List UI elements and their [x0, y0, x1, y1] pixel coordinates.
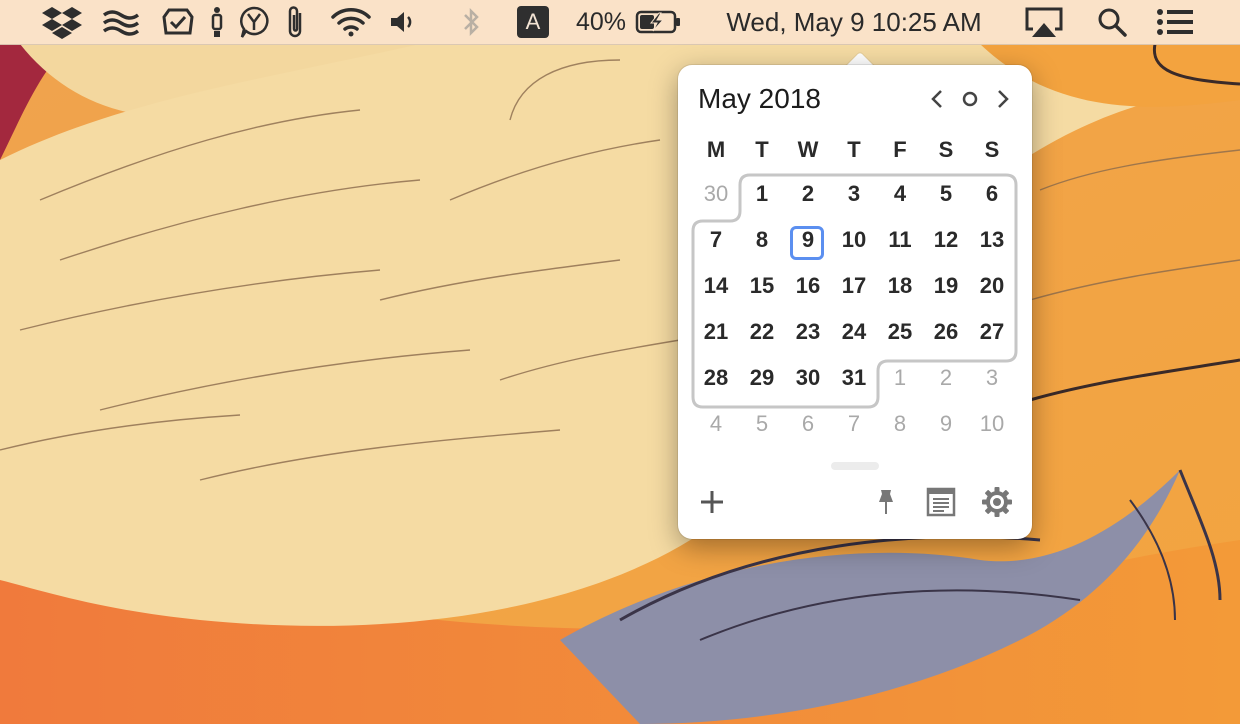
wifi-icon[interactable]	[328, 0, 374, 44]
pin-icon	[879, 490, 893, 514]
calendar-day[interactable]: 9	[785, 225, 831, 255]
calendar-day[interactable]: 29	[739, 363, 785, 393]
calendar-day[interactable]: 17	[831, 271, 877, 301]
calendar-day-other-month[interactable]: 30	[693, 179, 739, 209]
input-source-indicator[interactable]: A	[516, 0, 550, 44]
calendar-day[interactable]: 10	[831, 225, 877, 255]
calendar-day[interactable]: 22	[739, 317, 785, 347]
agenda-button[interactable]	[924, 485, 958, 519]
resize-handle[interactable]	[831, 462, 879, 470]
calendar-day-other-month[interactable]: 8	[877, 409, 923, 439]
weekday-header: S	[938, 137, 954, 162]
calendar-day-other-month[interactable]: 2	[923, 363, 969, 393]
calendar-day-other-month[interactable]: 5	[739, 409, 785, 439]
weekday-header: M	[706, 137, 726, 162]
calendar-day[interactable]: 12	[923, 225, 969, 255]
calendar-day[interactable]: 4	[877, 179, 923, 209]
calendar-day[interactable]: 23	[785, 317, 831, 347]
settings-gear-icon	[982, 487, 1012, 517]
calendar-day[interactable]: 24	[831, 317, 877, 347]
calendar-day[interactable]: 25	[877, 317, 923, 347]
menu-bar: A 40% Wed, May 9 10:25 AM	[0, 0, 1240, 45]
agenda-icon	[926, 487, 956, 517]
paperclip-icon[interactable]	[280, 0, 312, 44]
weekday-header: F	[893, 137, 907, 162]
figure-icon[interactable]	[206, 0, 228, 44]
calendar-day[interactable]: 6	[969, 179, 1015, 209]
volume-icon[interactable]	[388, 0, 418, 44]
bluetooth-icon[interactable]	[458, 0, 484, 44]
calendar-day[interactable]: 15	[739, 271, 785, 301]
airplay-icon[interactable]	[1022, 0, 1066, 44]
calendar-day-other-month[interactable]: 9	[923, 409, 969, 439]
calendar-day[interactable]: 27	[969, 317, 1015, 347]
weekday-header: S	[984, 137, 1000, 162]
dropbox-icon[interactable]	[40, 0, 84, 44]
calendar-day-other-month[interactable]: 4	[693, 409, 739, 439]
calendar-day[interactable]: 30	[785, 363, 831, 393]
calendar-day-other-month[interactable]: 3	[969, 363, 1015, 393]
notification-center-icon[interactable]	[1154, 0, 1196, 44]
settings-button[interactable]	[980, 485, 1014, 519]
checkmark-badge-icon[interactable]	[158, 0, 198, 44]
pin-button[interactable]	[869, 485, 903, 519]
weekday-header: W	[797, 137, 819, 162]
spotlight-search-icon[interactable]	[1094, 0, 1130, 44]
waves-icon[interactable]	[100, 0, 142, 44]
desktop-wallpaper	[0, 0, 1240, 724]
weekday-header: T	[847, 137, 861, 162]
calendar-day[interactable]: 1	[739, 179, 785, 209]
calendar-popover: May 2018 M T W T F S S 30 1 2 3 4 5 6 7 8 9 10 11 12 13 14 15 1…	[678, 65, 1032, 539]
calendar-day-other-month[interactable]: 1	[877, 363, 923, 393]
calendar-day[interactable]: 28	[693, 363, 739, 393]
y-bubble-icon[interactable]	[236, 0, 272, 44]
calendar-day-other-month[interactable]: 6	[785, 409, 831, 439]
menubar-clock[interactable]: Wed, May 9 10:25 AM	[704, 0, 1004, 44]
calendar-day[interactable]: 7	[693, 225, 739, 255]
battery-percentage: 40%	[575, 7, 627, 36]
plus-icon	[701, 491, 723, 513]
battery-charging-icon[interactable]	[634, 0, 684, 44]
calendar-day[interactable]: 8	[739, 225, 785, 255]
calendar-day[interactable]: 14	[693, 271, 739, 301]
calendar-day-other-month[interactable]: 7	[831, 409, 877, 439]
calendar-day[interactable]: 5	[923, 179, 969, 209]
calendar-day[interactable]: 21	[693, 317, 739, 347]
calendar-day[interactable]: 20	[969, 271, 1015, 301]
calendar-day[interactable]: 26	[923, 317, 969, 347]
calendar-day[interactable]: 19	[923, 271, 969, 301]
calendar-day-other-month[interactable]: 10	[969, 409, 1015, 439]
calendar-day[interactable]: 16	[785, 271, 831, 301]
add-event-button[interactable]	[695, 485, 729, 519]
calendar-day[interactable]: 2	[785, 179, 831, 209]
calendar-day[interactable]: 18	[877, 271, 923, 301]
calendar-day[interactable]: 3	[831, 179, 877, 209]
calendar-day[interactable]: 11	[877, 225, 923, 255]
calendar-day[interactable]: 13	[969, 225, 1015, 255]
calendar-day[interactable]: 31	[831, 363, 877, 393]
weekday-header: T	[755, 137, 769, 162]
